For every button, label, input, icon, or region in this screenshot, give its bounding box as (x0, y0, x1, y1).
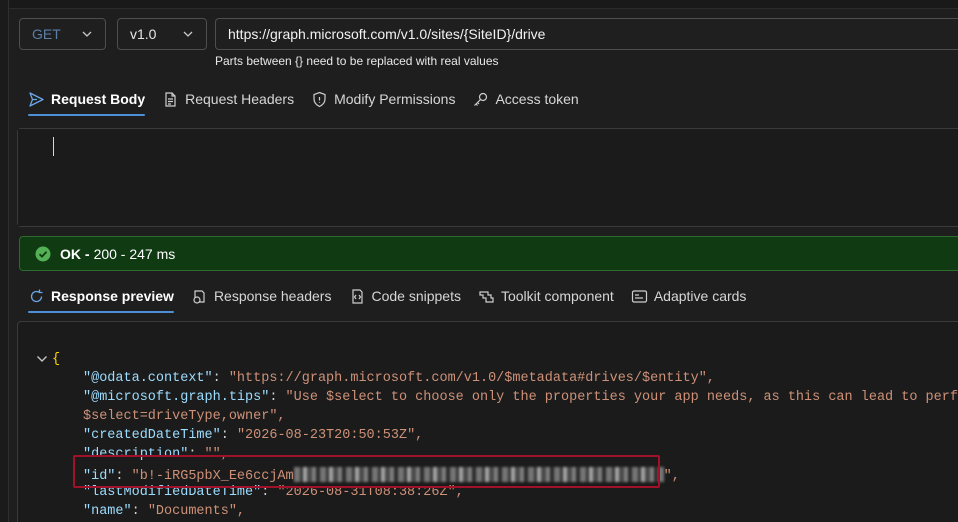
left-rail (0, 0, 9, 522)
json-value: "Documents", (147, 504, 246, 519)
http-method-select[interactable]: GET (19, 18, 106, 50)
json-line: $select=driveType,owner", (83, 407, 286, 426)
tab-request-headers[interactable]: Request Headers (162, 84, 294, 114)
json-key: "createdDateTime" (83, 428, 221, 443)
chevron-down-icon (82, 31, 92, 37)
json-value: "2026-08-31T08:38:26Z", (277, 485, 464, 500)
tab-label: Modify Permissions (334, 91, 456, 107)
json-value: "Use $select to choose only the properti… (285, 390, 958, 405)
json-value-tail: ", (663, 469, 680, 484)
tab-label: Code snippets (371, 288, 461, 304)
tab-label: Response preview (51, 288, 174, 304)
response-preview-editor[interactable]: { "@odata.context": "https://graph.micro… (17, 321, 958, 522)
code-snippet-icon (352, 288, 364, 304)
tab-response-preview[interactable]: Response preview (28, 281, 174, 313)
json-key: "description" (83, 447, 189, 462)
send-icon (29, 91, 44, 107)
json-key: "id" (83, 469, 116, 484)
json-line: "lastModifiedDateTime": "2026-08-31T08:3… (83, 485, 464, 500)
chevron-down-icon[interactable] (35, 352, 49, 366)
tab-label: Request Body (51, 91, 146, 107)
json-value: "b!-iRG5pbX_Ee6ccjAm (131, 469, 294, 484)
json-line: "@microsoft.graph.tips": "Use $select to… (83, 388, 958, 407)
shield-icon (313, 91, 326, 107)
tab-request-body[interactable]: Request Body (28, 84, 146, 116)
status-detail: 200 - 247 ms (93, 245, 176, 262)
json-line: "@odata.context": "https://graph.microso… (83, 371, 715, 386)
request-tabs: Request Body Request Headers Modify Perm… (28, 84, 596, 116)
json-value: "", (204, 447, 229, 462)
tab-code-snippets[interactable]: Code snippets (348, 281, 461, 311)
json-line: "createdDateTime": "2026-08-23T20:50:53Z… (83, 428, 424, 443)
json-key: "@microsoft.graph.tips" (83, 390, 270, 405)
json-key: "name" (83, 504, 132, 519)
toolkit-icon (479, 290, 494, 303)
check-circle-icon (35, 246, 51, 261)
document-icon (165, 91, 176, 107)
tab-label: Toolkit component (500, 288, 614, 304)
http-method-value: GET (32, 26, 61, 42)
response-tabs: Response preview Response headers Code s… (28, 281, 763, 313)
key-icon (474, 92, 488, 106)
json-line: { (52, 350, 60, 369)
url-hint: Parts between {} need to be replaced wit… (215, 54, 499, 68)
tab-response-headers[interactable]: Response headers (191, 281, 332, 311)
response-status-bar: OK - 200 - 247 ms (19, 236, 958, 271)
json-value: $select=driveType,owner", (83, 409, 286, 424)
tab-toolkit-component[interactable]: Toolkit component (478, 281, 614, 311)
text-cursor (53, 137, 54, 156)
tab-label: Access token (495, 91, 579, 107)
json-line: "description": "", (83, 447, 229, 462)
refresh-icon (30, 289, 43, 302)
tab-adaptive-cards[interactable]: Adaptive cards (631, 281, 747, 311)
json-value: "https://graph.microsoft.com/v1.0/$metad… (228, 371, 715, 386)
chevron-down-icon (183, 31, 193, 37)
headers-icon (193, 289, 205, 304)
tab-modify-permissions[interactable]: Modify Permissions (311, 84, 455, 114)
api-version-select[interactable]: v1.0 (117, 18, 207, 50)
json-key: "@odata.context" (83, 371, 213, 386)
json-key: "lastModifiedDateTime" (83, 485, 262, 500)
api-version-value: v1.0 (130, 26, 157, 42)
request-body-editor[interactable] (17, 128, 958, 227)
request-url-input[interactable] (215, 18, 958, 50)
editor-gutter (18, 129, 44, 226)
tab-label: Request Headers (185, 91, 295, 107)
card-icon (631, 289, 647, 303)
tab-label: Adaptive cards (653, 288, 747, 304)
json-line: "name": "Documents", (83, 504, 246, 519)
status-ok: OK - (60, 245, 90, 262)
top-strip (0, 0, 958, 9)
redacted-value (293, 467, 664, 482)
json-open-brace: { (52, 352, 61, 367)
tab-label: Response headers (213, 288, 332, 304)
json-line: "id": "b!-iRG5pbX_Ee6ccjAm ", (83, 467, 680, 484)
tab-access-token[interactable]: Access token (472, 84, 579, 114)
json-value: "2026-08-23T20:50:53Z", (236, 428, 424, 443)
